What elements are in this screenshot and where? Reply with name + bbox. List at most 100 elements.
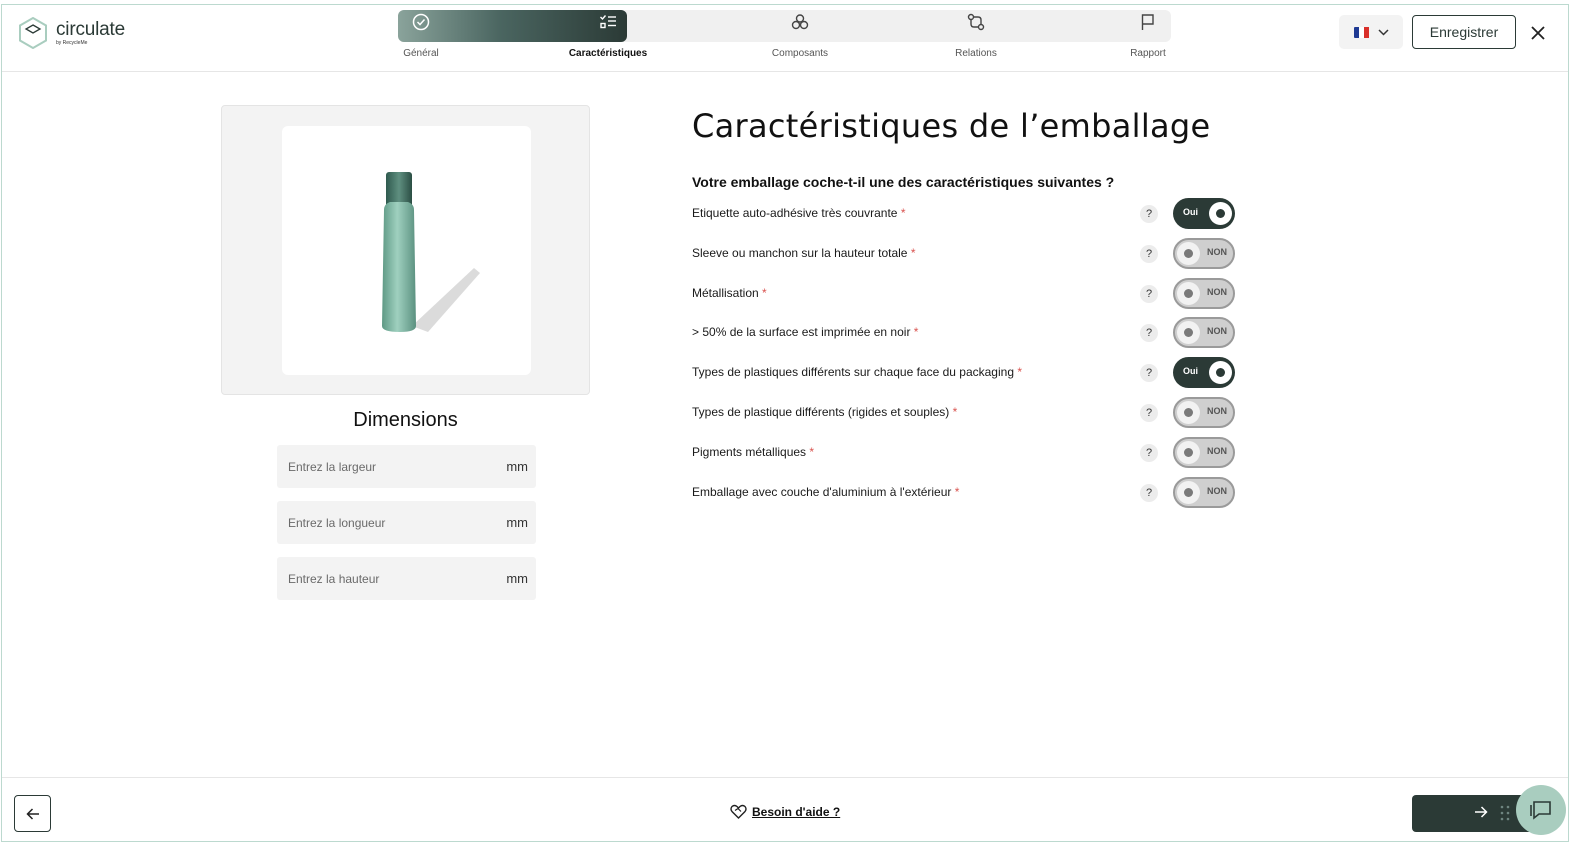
required-marker: * (913, 325, 919, 340)
required-marker: * (809, 444, 815, 459)
characteristic-row: Etiquette auto-adhésive très couvrante *… (692, 198, 1237, 230)
bottom-bar: Besoin d'aide ? (2, 777, 1568, 843)
close-icon[interactable] (1528, 23, 1548, 43)
characteristic-row: Sleeve ou manchon sur la hauteur totale … (692, 237, 1237, 270)
yes-no-toggle[interactable]: NON (1173, 237, 1235, 269)
step-caracteristiques[interactable]: Caractéristiques (548, 5, 668, 67)
step-rapport[interactable]: Rapport (1088, 5, 1208, 67)
toggle-knob (1177, 480, 1200, 504)
height-input[interactable] (288, 571, 507, 586)
toggle-text: NON (1207, 406, 1227, 416)
toggle-text: NON (1207, 246, 1227, 257)
yes-no-toggle[interactable]: Oui (1173, 198, 1235, 229)
characteristic-row: Métallisation *? NON (692, 277, 1237, 310)
logo-hexagon-icon (19, 17, 47, 49)
product-image (282, 126, 531, 375)
toggle-knob (1209, 202, 1232, 225)
yes-no-toggle[interactable]: NON (1173, 277, 1235, 309)
step-label: Général (403, 48, 439, 59)
toggle-text: NON (1207, 445, 1227, 456)
characteristic-label: Etiquette auto-adhésive très couvrante * (692, 206, 906, 220)
toggle-text: NON (1207, 485, 1227, 496)
characteristic-row: Types de plastiques différents sur chaqu… (692, 357, 1237, 389)
yes-no-toggle[interactable]: NON (1173, 317, 1235, 349)
toggle-text: Oui (1183, 366, 1198, 377)
help-icon[interactable]: ? (1140, 404, 1158, 422)
required-marker: * (900, 206, 906, 220)
height-field[interactable]: mm (277, 557, 536, 600)
unit-label: mm (506, 459, 528, 474)
list-check-icon (600, 15, 616, 29)
page-title: Caractéristiques de l’emballage (692, 107, 1211, 145)
product-image-card (221, 105, 590, 395)
unit-label: mm (506, 515, 528, 530)
toggle-knob (1177, 440, 1200, 464)
arrow-left-icon (25, 807, 39, 820)
toggle-text: NON (1207, 286, 1227, 297)
characteristic-row: Types de plastique différents (rigides e… (692, 397, 1237, 429)
help-icon[interactable]: ? (1140, 244, 1158, 263)
chevron-down-icon (1377, 28, 1389, 36)
step-general[interactable]: Général (361, 5, 481, 67)
toggle-knob (1177, 321, 1200, 345)
help-icon[interactable]: ? (1140, 205, 1158, 223)
help-icon[interactable]: ? (1140, 483, 1158, 502)
french-flag-icon (1353, 26, 1370, 38)
width-input[interactable] (288, 459, 507, 474)
language-selector[interactable] (1339, 15, 1403, 49)
help-icon[interactable]: ? (1140, 364, 1158, 383)
step-label: Composants (771, 48, 829, 59)
toggle-knob (1177, 241, 1200, 265)
logo-subtitle: by RecycleMe (56, 40, 88, 46)
characteristic-row: Emballage avec couche d'aluminium à l'ex… (692, 476, 1237, 509)
help-icon[interactable]: ? (1140, 284, 1158, 303)
step-label: Relations (955, 48, 997, 59)
length-input[interactable] (288, 515, 507, 530)
logo[interactable]: circulate by RecycleMe (18, 17, 125, 49)
length-field[interactable]: mm (277, 501, 536, 544)
toggle-text: Oui (1183, 207, 1198, 217)
arrow-right-icon (1475, 806, 1488, 818)
chat-button[interactable] (1516, 785, 1566, 835)
yes-no-toggle[interactable]: NON (1173, 397, 1235, 428)
question-text: Votre emballage coche-t-il une des carac… (692, 174, 1115, 190)
required-marker: * (762, 285, 767, 300)
required-marker: * (910, 245, 916, 260)
characteristic-label: Sleeve ou manchon sur la hauteur totale … (692, 245, 916, 260)
characteristic-label: Pigments métalliques * (692, 444, 815, 459)
chat-icon (1530, 801, 1551, 820)
yes-no-toggle[interactable]: NON (1173, 436, 1235, 468)
drag-handle-icon[interactable] (1500, 805, 1510, 821)
check-circle-icon (412, 13, 430, 31)
characteristic-label: Métallisation * (692, 285, 767, 300)
unit-label: mm (506, 571, 528, 586)
characteristic-label: > 50% de la surface est imprimée en noir… (692, 325, 919, 340)
save-button[interactable]: Enregistrer (1412, 15, 1516, 49)
width-field[interactable]: mm (277, 445, 536, 488)
characteristic-row: > 50% de la surface est imprimée en noir… (692, 317, 1237, 349)
toggle-knob (1177, 401, 1200, 424)
toggle-knob (1177, 281, 1200, 305)
characteristic-label: Emballage avec couche d'aluminium à l'ex… (692, 484, 960, 499)
yes-no-toggle[interactable]: Oui (1173, 357, 1235, 389)
bottle-illustration (382, 172, 480, 332)
components-icon (791, 14, 809, 30)
characteristic-label: Types de plastiques différents sur chaqu… (692, 365, 1023, 380)
help-icon[interactable]: ? (1140, 443, 1158, 462)
logo-name: circulate (56, 19, 125, 40)
toggle-text: NON (1207, 326, 1227, 337)
toggle-knob (1209, 361, 1232, 385)
step-composants[interactable]: Composants (740, 5, 860, 67)
help-icon[interactable]: ? (1140, 324, 1158, 343)
step-relations[interactable]: Relations (916, 5, 1036, 67)
required-marker: * (952, 405, 958, 419)
step-label: Caractéristiques (568, 48, 648, 59)
required-marker: * (954, 484, 960, 499)
help-link-label: Besoin d'aide ? (752, 804, 841, 819)
yes-no-toggle[interactable]: NON (1173, 476, 1235, 508)
back-button[interactable] (14, 795, 51, 832)
help-link[interactable]: Besoin d'aide ? (730, 804, 840, 819)
required-marker: * (1017, 365, 1023, 380)
top-bar: circulate by RecycleMe Général Caractéri… (2, 5, 1568, 72)
characteristic-row: Pigments métalliques *? NON (692, 436, 1237, 469)
